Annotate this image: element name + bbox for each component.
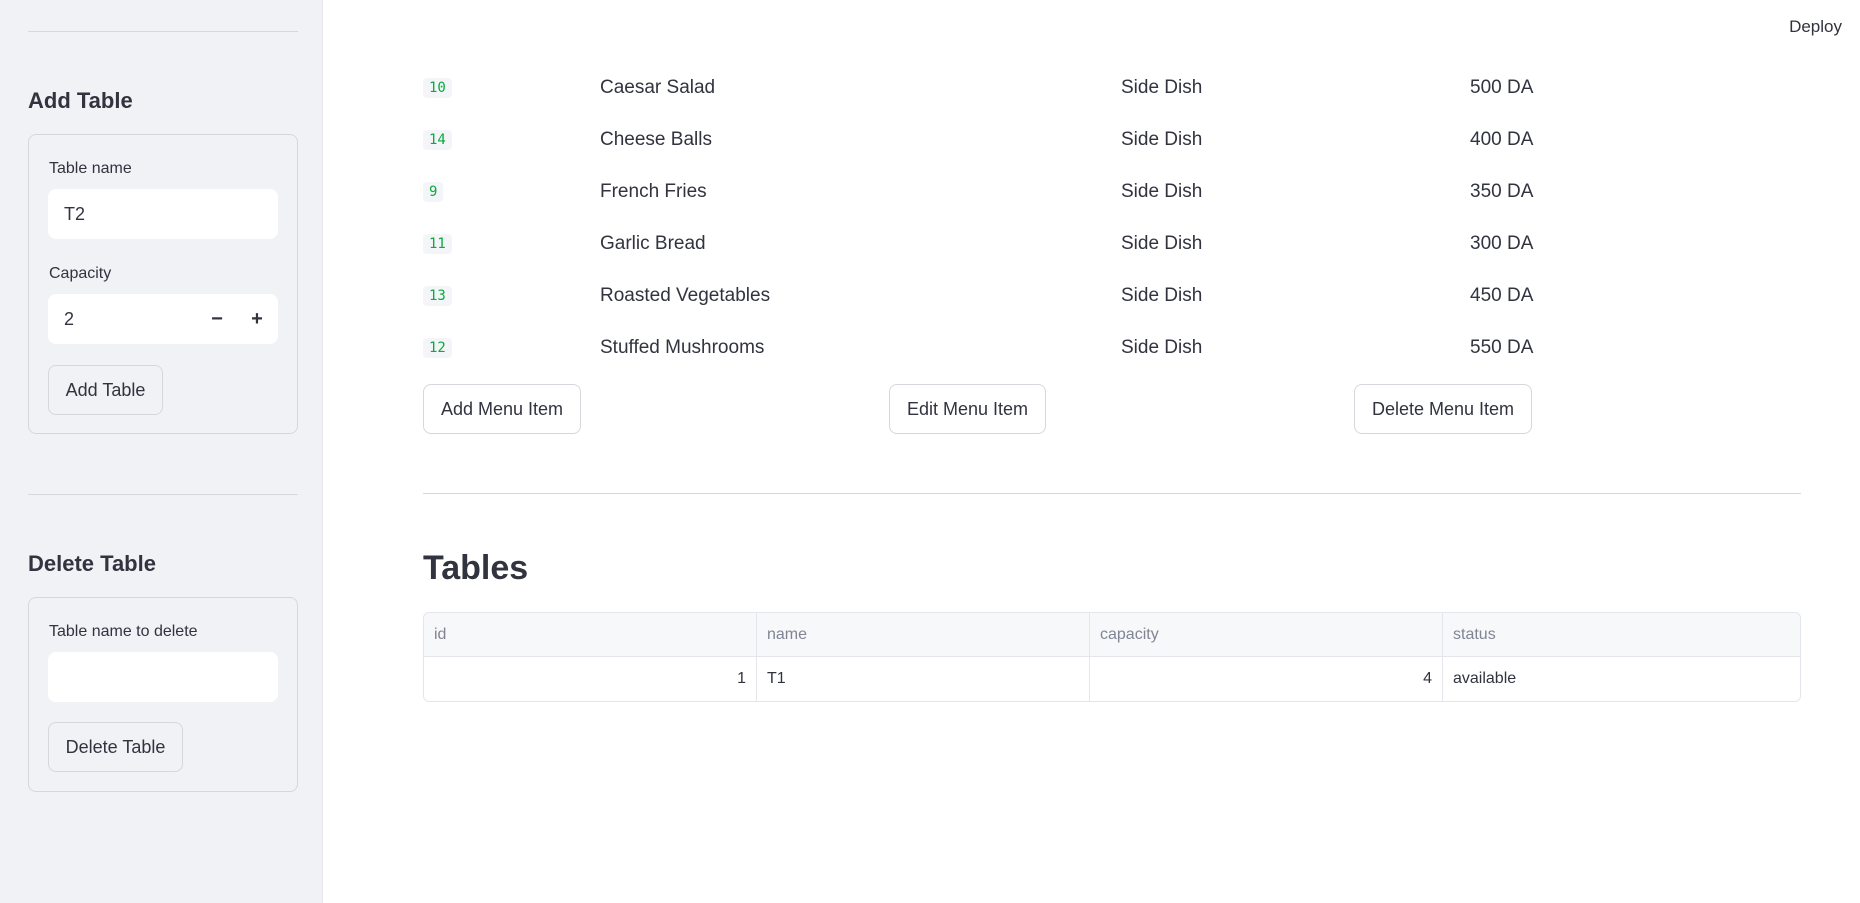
menu-item-price: 400 DA <box>1470 129 1534 150</box>
table-name-input[interactable]: T2 <box>48 189 278 239</box>
menu-item-id: 9 <box>423 182 444 202</box>
menu-item-category: Side Dish <box>1121 181 1203 202</box>
menu-item-name: Stuffed Mushrooms <box>600 337 765 358</box>
table-name-label: Table name <box>49 160 132 177</box>
cell-status[interactable]: available <box>1443 657 1800 701</box>
delete-table-button[interactable]: Delete Table <box>48 722 183 772</box>
cell-id[interactable]: 1 <box>424 657 757 701</box>
menu-item-category: Side Dish <box>1121 285 1203 306</box>
menu-item-row: 9 French Fries Side Dish 350 DA <box>423 166 1623 218</box>
menu-item-id: 10 <box>423 78 452 98</box>
menu-item-id: 12 <box>423 338 452 358</box>
menu-item-row: 12 Stuffed Mushrooms Side Dish 550 DA <box>423 322 1623 374</box>
menu-item-category: Side Dish <box>1121 129 1203 150</box>
menu-item-name: French Fries <box>600 181 707 202</box>
tables-title: Tables <box>423 549 529 587</box>
menu-item-price: 500 DA <box>1470 77 1534 98</box>
edit-menu-item-button[interactable]: Edit Menu Item <box>889 384 1046 434</box>
sidebar-divider <box>28 494 298 495</box>
menu-item-row: 10 Caesar Salad Side Dish 500 DA <box>423 62 1623 114</box>
menu-item-category: Side Dish <box>1121 337 1203 358</box>
menu-item-name: Cheese Balls <box>600 129 712 150</box>
menu-item-name: Caesar Salad <box>600 77 716 98</box>
menu-item-id: 13 <box>423 286 452 306</box>
column-header-name[interactable]: name <box>757 613 1090 657</box>
add-table-form: Table name T2 Capacity 2 − + Add Table <box>28 134 298 434</box>
increment-button[interactable]: + <box>238 294 276 344</box>
menu-item-price: 350 DA <box>1470 181 1534 202</box>
add-menu-item-button[interactable]: Add Menu Item <box>423 384 581 434</box>
menu-item-price: 450 DA <box>1470 285 1534 306</box>
menu-item-name: Roasted Vegetables <box>600 285 771 306</box>
menu-item-id: 14 <box>423 130 452 150</box>
tables-dataframe[interactable]: id name capacity status 1 T1 4 available <box>423 612 1801 702</box>
column-header-status[interactable]: status <box>1443 613 1800 657</box>
cell-capacity[interactable]: 4 <box>1090 657 1443 701</box>
menu-item-category: Side Dish <box>1121 233 1203 254</box>
menu-item-row: 13 Roasted Vegetables Side Dish 450 DA <box>423 270 1623 322</box>
delete-table-heading: Delete Table <box>28 551 156 576</box>
sidebar: Add Table Table name T2 Capacity 2 − + A… <box>0 0 323 903</box>
deploy-button[interactable]: Deploy <box>1789 17 1842 37</box>
menu-item-id: 11 <box>423 234 452 254</box>
main-divider <box>423 493 1801 494</box>
decrement-button[interactable]: − <box>198 294 236 344</box>
sidebar-divider <box>28 31 298 32</box>
menu-item-category: Side Dish <box>1121 77 1203 98</box>
menu-item-row: 14 Cheese Balls Side Dish 400 DA <box>423 114 1623 166</box>
capacity-label: Capacity <box>49 265 112 282</box>
table-name-to-delete-input[interactable] <box>48 652 278 702</box>
delete-table-form: Table name to delete Delete Table <box>28 597 298 792</box>
menu-item-price: 300 DA <box>1470 233 1534 254</box>
delete-menu-item-button[interactable]: Delete Menu Item <box>1354 384 1532 434</box>
table-row: 1 T1 4 available <box>424 657 1800 701</box>
table-header-row: id name capacity status <box>424 613 1800 657</box>
table-name-to-delete-label: Table name to delete <box>49 623 198 640</box>
add-table-heading: Add Table <box>28 88 133 113</box>
add-table-button[interactable]: Add Table <box>48 365 163 415</box>
cell-name[interactable]: T1 <box>757 657 1090 701</box>
menu-item-name: Garlic Bread <box>600 233 706 254</box>
capacity-stepper[interactable]: 2 − + <box>48 294 278 344</box>
column-header-capacity[interactable]: capacity <box>1090 613 1443 657</box>
menu-item-price: 550 DA <box>1470 337 1534 358</box>
column-header-id[interactable]: id <box>424 613 757 657</box>
menu-item-row: 11 Garlic Bread Side Dish 300 DA <box>423 218 1623 270</box>
capacity-value: 2 <box>64 308 75 329</box>
